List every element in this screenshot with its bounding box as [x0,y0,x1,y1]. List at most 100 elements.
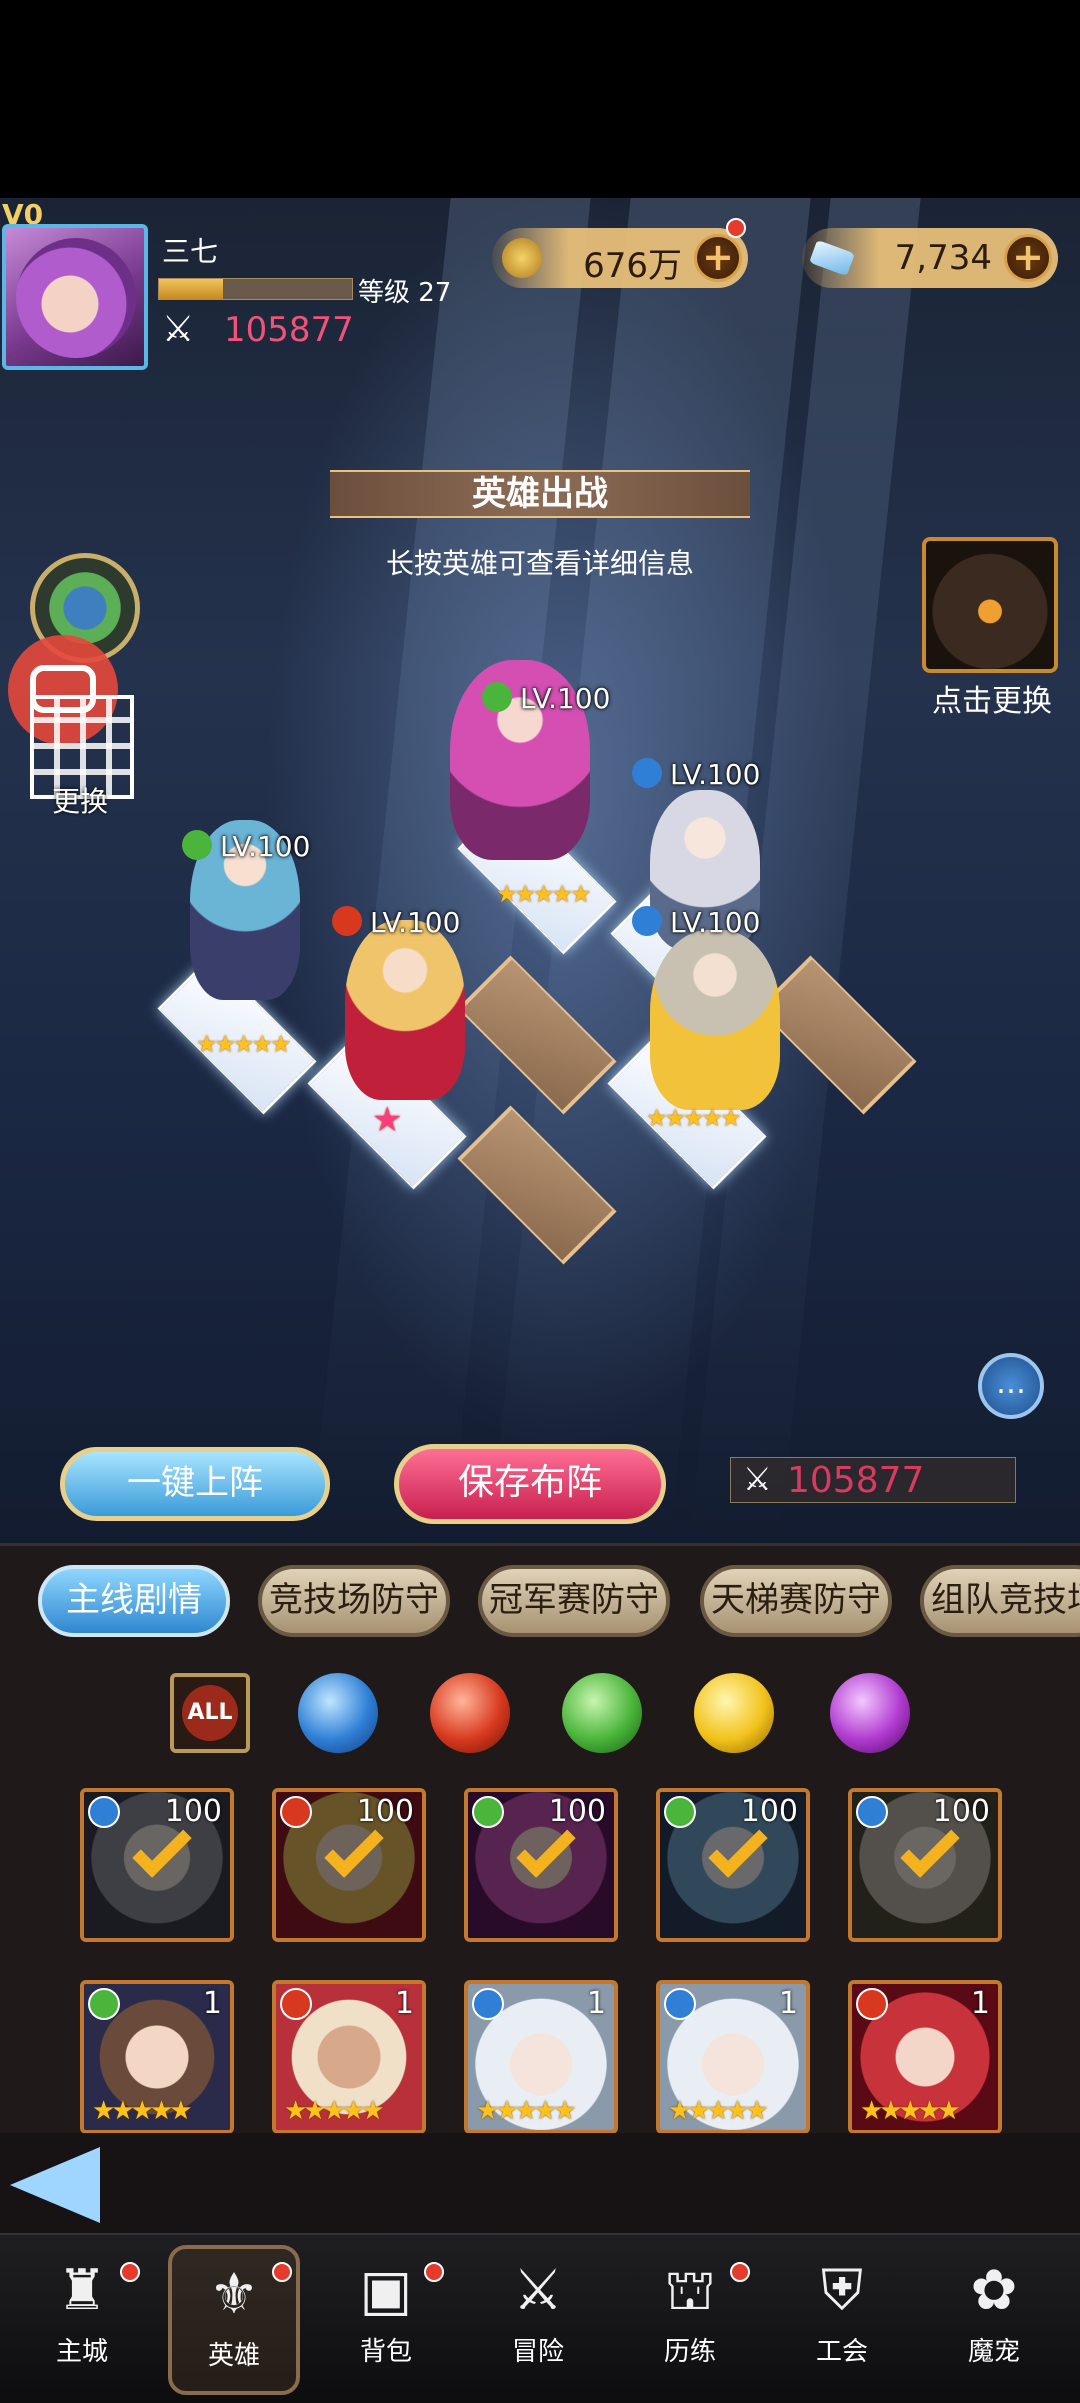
save-formation-button[interactable]: 保存布阵 [394,1444,666,1524]
avatar-portrait [16,238,136,358]
diamond-value: 7,734 [894,238,992,278]
nav-label: 主城 [55,2337,108,2367]
auto-deploy-button[interactable]: 一键上阵 [60,1447,330,1521]
water-orb-icon [664,1988,696,2020]
nav-item-adventure[interactable]: ⚔ 冒险 [472,2245,604,2395]
notification-dot [424,2262,444,2282]
back-bar [0,2133,1080,2233]
hero-card-selected[interactable]: 100 [272,1788,426,1942]
hero-card-selected[interactable]: 100 [464,1788,618,1942]
nav-label: 魔宠 [967,2337,1020,2367]
pet-portrait[interactable] [922,537,1058,673]
hero-card-stars: ★★★★★ [476,2096,577,2126]
hero-level-label: LV.100 [182,830,310,863]
hero-level: LV.100 [670,758,761,791]
hero-stars: ★★★★★ [196,1030,292,1058]
team-power: ⚔ 105877 [730,1457,1016,1503]
hero-card-selected[interactable]: 100 [80,1788,234,1942]
water-orb-icon[interactable] [298,1673,378,1753]
water-orb-icon [88,1796,120,1828]
hero-card-count: 1 [778,1986,798,2021]
tab-champion-defense[interactable]: 冠军赛防守 [478,1565,670,1637]
nav-label: 工会 [815,2337,868,2367]
hero-card-selected[interactable]: 100 [848,1788,1002,1942]
hero-level-label: LV.100 [632,906,760,939]
hero-figure[interactable] [620,920,850,1120]
guild-shield-icon: ⛨ [821,2258,863,2323]
back-arrow-icon[interactable] [10,2147,100,2223]
hero-card[interactable]: 1 ★★★★★ [848,1980,1002,2134]
hero-card[interactable]: 1 ★★★★★ [272,1980,426,2134]
nav-label: 背包 [359,2337,412,2367]
castle-icon: ♜ [56,2258,108,2323]
status-area [0,0,1080,198]
notification-dot [272,2262,292,2282]
add-diamond-button[interactable]: + [1004,234,1052,282]
exp-bar-fill [159,279,223,299]
hero-level-label: LV.100 [482,682,610,715]
add-gold-button[interactable]: + [694,234,742,282]
diamond-icon [809,239,855,277]
player-power: 105877 [224,310,354,350]
fire-orb-icon [856,1988,888,2020]
hero-sprite [345,920,465,1100]
hero-level: LV.100 [370,906,461,939]
nav-label: 英雄 [207,2341,260,2371]
hero-card[interactable]: 1 ★★★★★ [464,1980,618,2134]
gold-notification-dot [726,218,746,238]
formation-tabs: 主线剧情 竞技场防守 冠军赛防守 天梯赛防守 组队竞技场 [0,1565,1080,1641]
nav-label: 历练 [663,2337,716,2367]
light-orb-icon[interactable] [694,1673,774,1753]
tab-main-story[interactable]: 主线剧情 [38,1565,230,1637]
avatar[interactable] [2,224,148,370]
hero-card[interactable]: 1 ★★★★★ [80,1980,234,2134]
hero-sprite [650,930,780,1110]
gold-value: 676万 [583,246,682,286]
fire-orb-icon[interactable] [430,1673,510,1753]
hero-level: LV.100 [220,830,311,863]
water-orb-icon [856,1796,888,1828]
paw-icon: ✿ [970,2258,1018,2323]
hero-level: LV.100 [670,906,761,939]
tab-team-arena[interactable]: 组队竞技场 [920,1565,1080,1637]
nature-orb-icon[interactable] [562,1673,642,1753]
gold-currency: 676万 + [492,228,748,288]
hero-figure[interactable] [420,620,620,880]
hero-card-stars: ★★★★★ [284,2096,385,2126]
diamond-currency: 7,734 + [802,228,1058,288]
pet-swap-label[interactable]: 点击更换 [932,676,1052,720]
nav-item-guild[interactable]: ⛨ 工会 [776,2245,908,2395]
player-name: 三七 [162,235,219,268]
hero-card[interactable]: 1 ★★★★★ [656,1980,810,2134]
filter-all-label: ALL [182,1685,238,1741]
crossed-swords-icon: ⚔ [743,1460,772,1498]
dark-orb-icon[interactable] [830,1673,910,1753]
page-title: 英雄出战 [330,470,750,518]
tab-arena-defense[interactable]: 竞技场防守 [258,1565,450,1637]
hero-card-count: 1 [586,1986,606,2021]
nav-label: 冒险 [511,2337,564,2367]
nav-item-pets[interactable]: ✿ 魔宠 [928,2245,1060,2395]
filter-all-button[interactable]: ALL [170,1673,250,1753]
water-orb-icon [472,1988,504,2020]
hero-stars: ★★★★★ [646,1104,742,1132]
fire-orb-icon [280,1988,312,2020]
nature-orb-icon [664,1796,696,1828]
water-orb-icon [632,906,662,936]
tab-ladder-defense[interactable]: 天梯赛防守 [700,1565,892,1637]
hero-card-stars: ★★★★★ [92,2096,193,2126]
hero-card-stars: ★★★★★ [668,2096,769,2126]
chat-button[interactable]: … [978,1353,1044,1419]
swap-label[interactable]: 更换 [52,780,108,820]
hero-level-label: LV.100 [632,758,760,791]
notification-dot [120,2262,140,2282]
backpack-icon: ▣ [359,2258,413,2323]
element-filter: ALL [0,1673,1080,1757]
hero-card-selected[interactable]: 100 [656,1788,810,1942]
crossed-swords-icon: ⚔ [162,309,195,350]
fire-orb-icon [280,1796,312,1828]
player-level: 等级 27 [358,278,452,308]
fire-orb-icon [332,906,362,936]
hero-card-stars: ★★★★★ [860,2096,961,2126]
hero-helmet-icon: ⚜ [208,2262,260,2327]
